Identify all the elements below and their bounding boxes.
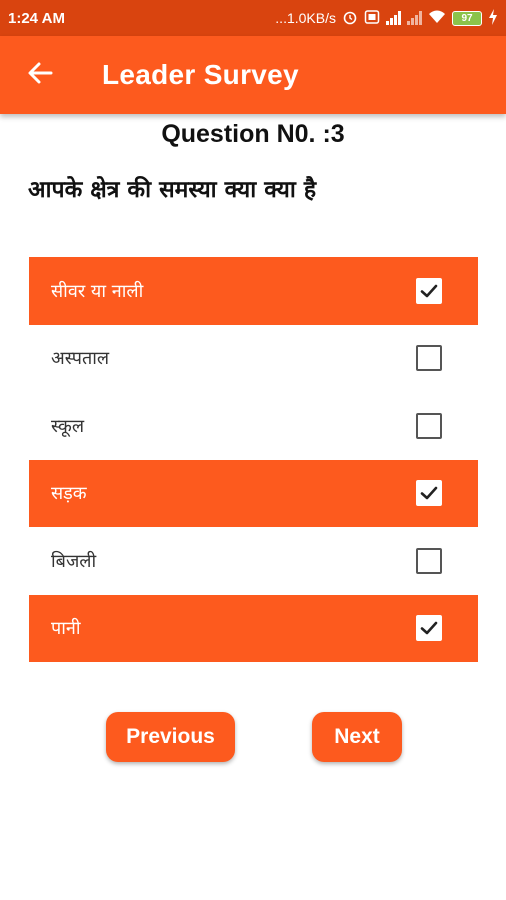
option-label: स्कूल (51, 415, 85, 437)
status-bar: 1:24 AM ...1.0KB/s 97 (0, 0, 506, 36)
option-item[interactable]: बिजली (29, 527, 478, 595)
data-saver-icon (364, 9, 380, 28)
option-item[interactable]: स्कूल (29, 392, 478, 460)
checkbox[interactable] (416, 547, 442, 574)
option-label: पानी (51, 618, 81, 640)
app-bar: Leader Survey (0, 36, 506, 114)
checkbox[interactable] (416, 480, 442, 507)
option-label: सीवर या नाली (51, 280, 144, 302)
option-label: बिजली (51, 550, 97, 572)
arrow-left-icon (27, 60, 53, 90)
status-time: 1:24 AM (8, 9, 65, 27)
back-button[interactable] (0, 36, 80, 114)
signal-icon-sim2 (407, 11, 422, 25)
alarm-icon (342, 9, 358, 28)
option-item[interactable]: सड़क (29, 459, 478, 527)
checkmark-icon (420, 284, 438, 298)
checkmark-icon (420, 621, 438, 635)
status-icons: ...1.0KB/s 97 (275, 8, 498, 28)
option-item[interactable]: सीवर या नाली (29, 257, 478, 325)
network-speed: ...1.0KB/s (275, 10, 336, 26)
page-title: Leader Survey (102, 59, 299, 90)
charging-icon (488, 8, 498, 28)
wifi-icon (428, 9, 446, 27)
signal-icon-sim1 (386, 11, 401, 25)
option-label: सड़क (51, 483, 87, 505)
previous-button[interactable]: Previous (106, 712, 235, 762)
question-text: आपके क्षेत्र की समस्या क्या क्या है (28, 177, 317, 203)
checkmark-icon (420, 486, 438, 500)
checkbox[interactable] (416, 615, 442, 642)
checkbox[interactable] (416, 345, 442, 372)
option-item[interactable]: अस्पताल (29, 325, 478, 393)
battery-icon: 97 (452, 10, 482, 26)
checkbox[interactable] (416, 277, 442, 304)
question-number: Question N0. :3 (161, 120, 345, 148)
option-item[interactable]: पानी (29, 594, 478, 662)
options-list: सीवर या नाली अस्पताल स्कूल सड़क बिजली पा… (29, 257, 478, 662)
next-button[interactable]: Next (312, 712, 402, 762)
option-label: अस्पताल (51, 348, 110, 370)
checkbox[interactable] (416, 412, 442, 439)
